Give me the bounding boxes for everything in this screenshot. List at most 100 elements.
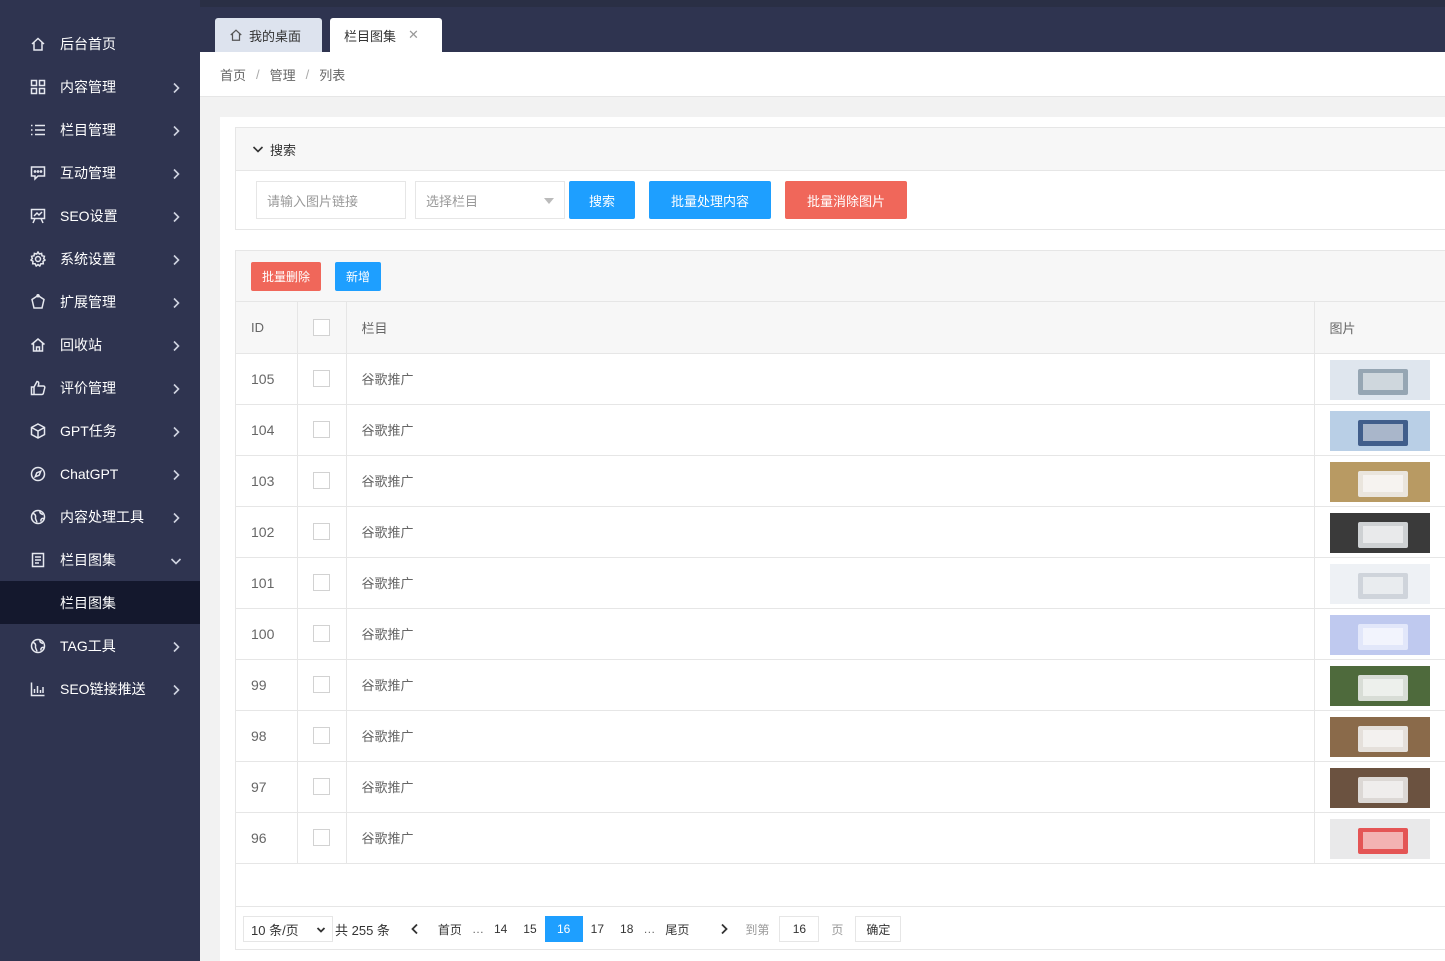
thumbnail-image[interactable] (1329, 410, 1430, 451)
first-page-link[interactable]: 首页 (430, 916, 470, 942)
globe-icon (30, 509, 46, 525)
tab-bar: 我的桌面 栏目图集 ✕ (200, 7, 1445, 52)
row-checkbox[interactable] (313, 472, 330, 490)
breadcrumb-home[interactable]: 首页 (220, 65, 246, 84)
page-link[interactable]: 15 (515, 916, 544, 942)
table-row: 98 谷歌推广 (236, 710, 1445, 762)
goto-confirm-button[interactable]: 确定 (855, 916, 902, 942)
cell-id: 99 (236, 659, 298, 711)
breadcrumb-separator: / (305, 66, 310, 82)
row-checkbox[interactable] (313, 523, 330, 541)
batch-delete-button[interactable]: 批量删除 (251, 262, 321, 291)
chevron-right-icon (170, 81, 182, 93)
search-panel-header[interactable]: 搜索 (236, 128, 1445, 171)
cell-category: 谷歌推广 (346, 812, 1315, 864)
top-strip (0, 0, 1445, 7)
row-checkbox[interactable] (313, 625, 330, 643)
sidebar-item-interaction[interactable]: 互动管理 (0, 151, 200, 194)
tab-desktop[interactable]: 我的桌面 (215, 18, 322, 52)
sidebar-item-gpt-task[interactable]: GPT任务 (0, 409, 200, 452)
sidebar-item-seo[interactable]: SEO设置 (0, 194, 200, 237)
sidebar-item-system[interactable]: 系统设置 (0, 237, 200, 280)
row-checkbox[interactable] (313, 778, 330, 796)
table-row: 105 谷歌推广 (236, 353, 1445, 405)
cell-id: 97 (236, 761, 298, 813)
sidebar-item-label: SEO设置 (60, 207, 118, 224)
page-link[interactable]: 18 (612, 916, 641, 942)
row-checkbox[interactable] (313, 370, 330, 388)
thumbnail-image[interactable] (1329, 614, 1430, 655)
thumbnail-image[interactable] (1329, 563, 1430, 604)
row-checkbox[interactable] (313, 574, 330, 592)
image-url-input[interactable]: 请输入图片链接 (256, 181, 406, 219)
chevron-down-icon (316, 923, 326, 938)
breadcrumb-manage[interactable]: 管理 (270, 65, 296, 84)
page-link[interactable]: 14 (486, 916, 515, 942)
thumbnail-image[interactable] (1329, 716, 1430, 757)
cell-image (1314, 812, 1445, 864)
goto-page-input[interactable]: 16 (779, 916, 820, 942)
prev-page-icon[interactable] (400, 916, 430, 942)
next-page-icon[interactable] (709, 916, 739, 942)
goto-unit: 页 (831, 922, 844, 937)
thumbnail-image[interactable] (1329, 818, 1430, 859)
sidebar-item-chatgpt[interactable]: ChatGPT (0, 452, 200, 495)
cell-category: 谷歌推广 (346, 659, 1315, 711)
select-all-checkbox[interactable] (313, 318, 330, 336)
goto-label: 到第 (745, 922, 770, 937)
cell-checkbox (297, 710, 347, 762)
row-checkbox[interactable] (313, 421, 330, 439)
grid-icon (30, 79, 46, 95)
close-icon[interactable]: ✕ (408, 27, 419, 43)
sidebar-item-gallery[interactable]: 栏目图集 (0, 538, 200, 581)
batch-process-button[interactable]: 批量处理内容 (649, 181, 771, 219)
sidebar-item-label: 栏目管理 (60, 121, 116, 138)
extension-icon (30, 293, 46, 310)
cell-category: 谷歌推广 (346, 353, 1315, 405)
cell-checkbox (297, 761, 347, 813)
sidebar-item-extension[interactable]: 扩展管理 (0, 280, 200, 323)
sidebar-item-tag-tools[interactable]: TAG工具 (0, 624, 200, 667)
cell-id: 101 (236, 557, 298, 609)
cell-category: 谷歌推广 (346, 710, 1315, 762)
sidebar-item-seo-push[interactable]: SEO链接推送 (0, 667, 200, 710)
sidebar-item-recycle[interactable]: 回收站 (0, 323, 200, 366)
thumbnail-image[interactable] (1329, 767, 1430, 808)
cell-image (1314, 557, 1445, 609)
page-link[interactable]: 17 (583, 916, 612, 942)
cell-checkbox (297, 506, 347, 558)
sidebar-item-dashboard[interactable]: 后台首页 (0, 22, 200, 65)
row-checkbox[interactable] (313, 727, 330, 745)
tab-gallery[interactable]: 栏目图集 ✕ (330, 18, 442, 52)
cell-id: 100 (236, 608, 298, 660)
sidebar-item-content[interactable]: 内容管理 (0, 65, 200, 108)
column-header-category: 栏目 (346, 302, 1315, 354)
column-header-id[interactable]: ID (236, 302, 298, 354)
sidebar-item-label: GPT任务 (60, 422, 117, 439)
row-checkbox[interactable] (313, 676, 330, 694)
search-button[interactable]: 搜索 (569, 181, 635, 219)
chat-icon (30, 165, 46, 181)
thumbnail-image[interactable] (1329, 461, 1430, 502)
cell-checkbox (297, 353, 347, 405)
cell-category: 谷歌推广 (346, 608, 1315, 660)
category-select[interactable]: 选择栏目 (415, 181, 565, 219)
table-row: 96 谷歌推广 (236, 812, 1445, 864)
last-page-link[interactable]: 尾页 (657, 916, 697, 942)
sidebar-item-content-tools[interactable]: 内容处理工具 (0, 495, 200, 538)
batch-purge-images-button[interactable]: 批量消除图片 (785, 181, 907, 219)
chevron-right-icon (170, 468, 182, 480)
sidebar-item-columns[interactable]: 栏目管理 (0, 108, 200, 151)
chevron-right-icon (170, 167, 182, 179)
sidebar-subitem-gallery[interactable]: 栏目图集 (0, 581, 200, 624)
thumbnail-image[interactable] (1329, 359, 1430, 400)
table-row: 97 谷歌推广 (236, 761, 1445, 813)
row-checkbox[interactable] (313, 829, 330, 847)
add-button[interactable]: 新增 (335, 262, 381, 291)
thumbnail-image[interactable] (1329, 512, 1430, 553)
sidebar-item-review[interactable]: 评价管理 (0, 366, 200, 409)
chevron-down-icon (170, 554, 182, 566)
thumbnail-image[interactable] (1329, 665, 1430, 706)
page-size-select[interactable]: 10 条/页 (243, 916, 333, 942)
sidebar-item-label: TAG工具 (60, 637, 116, 654)
